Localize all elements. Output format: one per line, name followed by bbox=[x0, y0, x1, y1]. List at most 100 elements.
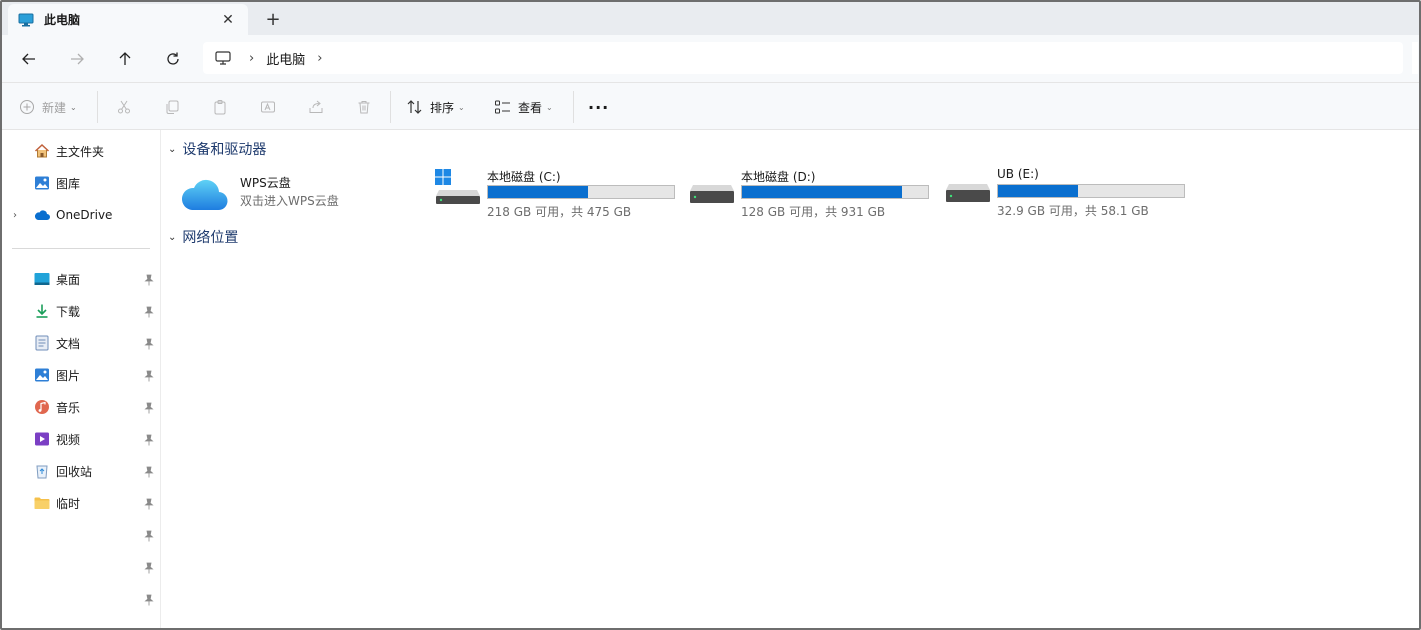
sidebar-item-recycle-bin[interactable]: 回收站 bbox=[34, 460, 92, 482]
drive-name: 本地磁盘 (C:) bbox=[487, 170, 561, 184]
clipboard-icon bbox=[214, 100, 226, 115]
sidebar-item-label: 图库 bbox=[56, 176, 81, 191]
sidebar-item-label: 回收站 bbox=[56, 464, 93, 479]
sidebar-item-label: 临时 bbox=[56, 496, 81, 511]
pin-icon[interactable] bbox=[144, 530, 154, 542]
drive-usage-fill bbox=[998, 185, 1078, 197]
forward-button[interactable] bbox=[63, 45, 91, 73]
pictures-icon bbox=[34, 367, 50, 383]
chevron-down-icon: ⌄ bbox=[168, 143, 177, 155]
sidebar-item-label: 图片 bbox=[56, 368, 81, 383]
sidebar-item-desktop[interactable]: 桌面 bbox=[34, 268, 80, 290]
sidebar-item-label: 下载 bbox=[56, 304, 81, 319]
breadcrumb-this-pc[interactable]: 此电脑 bbox=[266, 49, 305, 68]
pin-icon[interactable] bbox=[144, 434, 154, 446]
sort-button-label: 排序 bbox=[430, 100, 455, 115]
sort-button[interactable]: 排序 ⌄ bbox=[406, 94, 465, 120]
chevron-right-icon[interactable]: › bbox=[13, 210, 17, 221]
rename-button[interactable] bbox=[260, 94, 276, 120]
view-button[interactable]: 查看 ⌄ bbox=[494, 94, 553, 120]
music-icon bbox=[34, 399, 50, 415]
pin-icon[interactable] bbox=[144, 466, 154, 478]
sidebar-item-onedrive[interactable]: OneDrive bbox=[34, 204, 112, 226]
drive-c[interactable]: 本地磁盘 (C:) 218 GB 可用，共 475 GB bbox=[435, 168, 685, 219]
wps-cloud-item[interactable]: WPS云盘 双击进入WPS云盘 bbox=[180, 174, 400, 224]
content-pane: ⌄ 设备和驱动器 WPS云盘 双击进入WPS云盘 本地磁盘 (C:) 218 G… bbox=[162, 130, 1419, 628]
drive-name: 本地磁盘 (D:) bbox=[741, 170, 816, 184]
close-icon[interactable]: ✕ bbox=[218, 10, 238, 30]
pin-icon[interactable] bbox=[144, 274, 154, 286]
share-icon bbox=[309, 100, 323, 113]
navigation-pane: 主文件夹 图库 › OneDrive 桌面 下载 文档 图片 音乐 视频 回收站… bbox=[2, 130, 161, 628]
cut-button[interactable] bbox=[116, 94, 132, 120]
tab-this-pc[interactable]: 此电脑 ✕ bbox=[8, 4, 248, 35]
sidebar-item-pictures[interactable]: 图片 bbox=[34, 364, 80, 386]
sidebar-item-gallery[interactable]: 图库 bbox=[34, 172, 80, 194]
hard-drive-icon bbox=[690, 185, 734, 203]
paste-button[interactable] bbox=[212, 94, 228, 120]
pin-icon[interactable] bbox=[144, 402, 154, 414]
sidebar-item-documents[interactable]: 文档 bbox=[34, 332, 80, 354]
sidebar-item-label: 视频 bbox=[56, 432, 81, 447]
chevron-down-icon: ⌄ bbox=[168, 231, 177, 243]
command-bar: 新建 ⌄ 排序 ⌄ 查看 ⌄ ··· bbox=[2, 83, 1419, 130]
drive-name: UB (E:) bbox=[997, 167, 1039, 181]
tab-title: 此电脑 bbox=[44, 13, 81, 27]
monitor-icon bbox=[215, 51, 231, 65]
desktop-icon bbox=[34, 271, 50, 287]
chevron-right-icon[interactable]: › bbox=[317, 51, 322, 66]
recycle-bin-icon bbox=[34, 463, 50, 479]
delete-button[interactable] bbox=[356, 94, 372, 120]
pin-icon[interactable] bbox=[144, 338, 154, 350]
folder-icon bbox=[34, 495, 50, 511]
group-header-label: 网络位置 bbox=[182, 230, 239, 246]
group-header-label: 设备和驱动器 bbox=[182, 142, 267, 158]
sidebar-divider bbox=[12, 248, 150, 249]
monitor-icon bbox=[18, 13, 34, 26]
pin-icon[interactable] bbox=[144, 498, 154, 510]
home-icon bbox=[34, 143, 50, 159]
gallery-icon bbox=[34, 175, 50, 191]
chevron-right-icon[interactable]: › bbox=[249, 51, 254, 66]
sidebar-item-label: 文档 bbox=[56, 336, 81, 351]
wps-cloud-subtitle: 双击进入WPS云盘 bbox=[240, 194, 339, 208]
drive-usage-bar bbox=[487, 185, 675, 199]
sidebar-item-downloads[interactable]: 下载 bbox=[34, 300, 80, 322]
wps-cloud-title: WPS云盘 bbox=[240, 176, 291, 190]
scissors-icon bbox=[118, 100, 130, 114]
more-options-button[interactable]: ··· bbox=[588, 94, 609, 120]
drive-e[interactable]: UB (E:) 32.9 GB 可用，共 58.1 GB bbox=[945, 167, 1195, 218]
new-button[interactable]: 新建 ⌄ bbox=[19, 94, 77, 120]
drive-d[interactable]: 本地磁盘 (D:) 128 GB 可用，共 931 GB bbox=[689, 168, 939, 219]
share-button[interactable] bbox=[308, 94, 324, 120]
windows-drive-icon bbox=[435, 169, 480, 204]
toolbar-divider bbox=[97, 91, 98, 123]
cloud-icon bbox=[34, 207, 50, 223]
search-box-edge[interactable] bbox=[1412, 42, 1418, 74]
pin-icon[interactable] bbox=[144, 594, 154, 606]
arrow-left-icon bbox=[22, 53, 35, 65]
sidebar-item-home[interactable]: 主文件夹 bbox=[34, 140, 104, 162]
chevron-down-icon: ⌄ bbox=[458, 102, 465, 112]
back-button[interactable] bbox=[15, 45, 43, 73]
refresh-button[interactable] bbox=[159, 45, 187, 73]
sidebar-item-videos[interactable]: 视频 bbox=[34, 428, 80, 450]
sidebar-item-temp[interactable]: 临时 bbox=[34, 492, 80, 514]
pin-icon[interactable] bbox=[144, 306, 154, 318]
copy-button[interactable] bbox=[164, 94, 180, 120]
pin-icon[interactable] bbox=[144, 370, 154, 382]
trash-icon bbox=[358, 101, 370, 114]
group-header-network[interactable]: ⌄ 网络位置 bbox=[168, 227, 238, 247]
hard-drive-icon bbox=[946, 184, 990, 202]
up-button[interactable] bbox=[111, 45, 139, 73]
sidebar-item-music[interactable]: 音乐 bbox=[34, 396, 80, 418]
address-bar[interactable]: › 此电脑 › bbox=[203, 42, 1403, 74]
navigation-bar: › 此电脑 › bbox=[2, 35, 1419, 83]
drive-usage-text: 32.9 GB 可用，共 58.1 GB bbox=[997, 204, 1149, 218]
group-header-devices[interactable]: ⌄ 设备和驱动器 bbox=[168, 139, 266, 159]
new-tab-button[interactable]: + bbox=[260, 6, 286, 32]
arrow-up-icon bbox=[119, 52, 131, 65]
rename-icon bbox=[261, 101, 275, 113]
pin-icon[interactable] bbox=[144, 562, 154, 574]
tab-strip: 此电脑 ✕ + bbox=[2, 2, 1419, 35]
